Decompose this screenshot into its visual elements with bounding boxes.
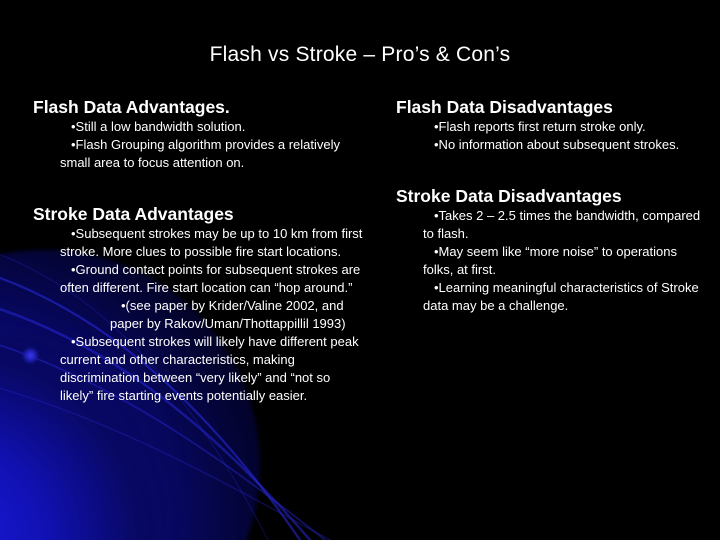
bullet-item-sub: •(see paper by Krider/Valine 2002, and p… <box>110 298 346 331</box>
section-flash-data-advantages: Flash Data Advantages. •Still a low band… <box>33 96 363 172</box>
section-stroke-data-disadvantages: Stroke Data Disadvantages •Takes 2 – 2.5… <box>396 185 706 315</box>
right-column: Flash Data Disadvantages •Flash reports … <box>396 96 706 315</box>
section-body: •Still a low bandwidth solution. •Flash … <box>33 118 363 172</box>
section-heading: Flash Data Advantages. <box>33 97 230 117</box>
bullet-item: •No information about subsequent strokes… <box>434 137 680 152</box>
section-heading: Flash Data Disadvantages <box>396 97 613 117</box>
slide: Flash vs Stroke – Pro’s & Con’s Flash Da… <box>0 0 720 540</box>
bullet-item: •Learning meaningful characteristics of … <box>423 280 699 313</box>
section-heading: Stroke Data Advantages <box>33 204 234 224</box>
section-heading: Stroke Data Disadvantages <box>396 186 622 206</box>
section-body: •Flash reports first return stroke only.… <box>396 118 706 154</box>
bullet-item: •Takes 2 – 2.5 times the bandwidth, comp… <box>423 208 701 241</box>
left-column: Flash Data Advantages. •Still a low band… <box>33 96 363 405</box>
bullet-item: •Flash Grouping algorithm provides a rel… <box>60 137 341 170</box>
bullet-item: •Flash reports first return stroke only. <box>434 119 646 134</box>
bullet-item: •May seem like “more noise” to operation… <box>423 244 677 277</box>
section-body: •Subsequent strokes may be up to 10 km f… <box>33 225 363 405</box>
bullet-item: •Subsequent strokes will likely have dif… <box>60 334 359 403</box>
section-stroke-data-advantages: Stroke Data Advantages •Subsequent strok… <box>33 203 363 405</box>
section-body: •Takes 2 – 2.5 times the bandwidth, comp… <box>396 207 706 315</box>
bullet-item: •Ground contact points for subsequent st… <box>60 262 361 295</box>
bullet-item: •Still a low bandwidth solution. <box>71 119 246 134</box>
section-flash-data-disadvantages: Flash Data Disadvantages •Flash reports … <box>396 96 706 154</box>
bullet-item: •Subsequent strokes may be up to 10 km f… <box>60 226 363 259</box>
slide-title: Flash vs Stroke – Pro’s & Con’s <box>209 43 511 66</box>
